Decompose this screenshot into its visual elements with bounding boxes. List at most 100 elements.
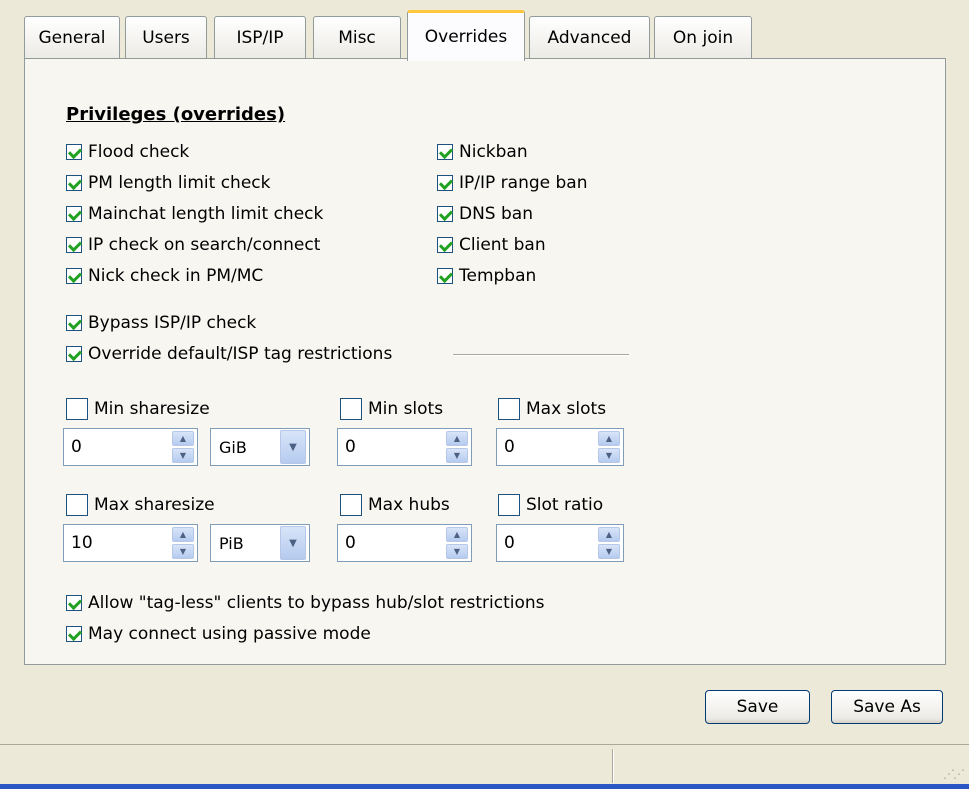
spinner-value[interactable]: 0: [497, 533, 598, 553]
arrow-up-icon[interactable]: ▲: [598, 431, 620, 446]
tab-misc[interactable]: Misc: [313, 16, 401, 58]
tab-advanced[interactable]: Advanced: [529, 16, 650, 58]
resize-grip-icon[interactable]: ⋰⋰: [943, 767, 965, 781]
ip-range-ban-checkbox[interactable]: IP/IP range ban: [437, 173, 587, 193]
arrow-down-icon[interactable]: ▼: [172, 544, 194, 559]
checkbox-box[interactable]: [66, 494, 88, 516]
checkbox-label: Max hubs: [368, 495, 450, 515]
max-sharesize-spinner[interactable]: 10 ▲ ▼: [63, 524, 198, 562]
checkbox-box[interactable]: [340, 494, 362, 516]
save-as-button[interactable]: Save As: [831, 690, 943, 724]
spinner-value[interactable]: 0: [338, 533, 446, 553]
arrow-down-icon[interactable]: ▼: [446, 448, 468, 463]
checkbox-box[interactable]: [437, 237, 453, 253]
flood-check-checkbox[interactable]: Flood check: [66, 142, 189, 162]
nickban-checkbox[interactable]: Nickban: [437, 142, 528, 162]
checkbox-box[interactable]: [437, 175, 453, 191]
spinner-arrows[interactable]: ▲ ▼: [598, 527, 620, 559]
arrow-down-icon[interactable]: ▼: [172, 448, 194, 463]
checkbox-label: Nickban: [459, 142, 528, 162]
max-hubs-spinner[interactable]: 0 ▲ ▼: [337, 524, 472, 562]
slot-ratio-spinner[interactable]: 0 ▲ ▼: [496, 524, 624, 562]
min-slots-checkbox[interactable]: Min slots: [340, 398, 443, 420]
checkbox-label: May connect using passive mode: [88, 624, 371, 644]
group-separator: [453, 354, 629, 356]
checkbox-box[interactable]: [340, 398, 362, 420]
arrow-up-icon[interactable]: ▲: [172, 431, 194, 446]
checkbox-box[interactable]: [66, 595, 82, 611]
checkbox-box[interactable]: [66, 398, 88, 420]
max-hubs-checkbox[interactable]: Max hubs: [340, 494, 450, 516]
save-button[interactable]: Save: [705, 690, 810, 724]
checkbox-box[interactable]: [437, 144, 453, 160]
checkbox-box[interactable]: [498, 494, 520, 516]
section-title: Privileges (overrides): [66, 104, 286, 125]
status-divider: [612, 749, 614, 783]
chevron-down-icon[interactable]: ▼: [280, 526, 306, 560]
checkbox-label: IP/IP range ban: [459, 173, 588, 193]
tab-general[interactable]: General: [24, 16, 120, 58]
arrow-down-icon[interactable]: ▼: [598, 544, 620, 559]
checkbox-label: Client ban: [459, 235, 546, 255]
arrow-up-icon[interactable]: ▲: [446, 527, 468, 542]
nick-check-checkbox[interactable]: Nick check in PM/MC: [66, 266, 263, 286]
tempban-checkbox[interactable]: Tempban: [437, 266, 536, 286]
arrow-down-icon[interactable]: ▼: [446, 544, 468, 559]
checkbox-box[interactable]: [498, 398, 520, 420]
spinner-value[interactable]: 0: [338, 437, 446, 457]
passive-mode-checkbox[interactable]: May connect using passive mode: [66, 624, 371, 644]
spinner-arrows[interactable]: ▲ ▼: [598, 431, 620, 463]
arrow-up-icon[interactable]: ▲: [172, 527, 194, 542]
checkbox-box[interactable]: [66, 626, 82, 642]
slot-ratio-checkbox[interactable]: Slot ratio: [498, 494, 603, 516]
pm-length-checkbox[interactable]: PM length limit check: [66, 173, 270, 193]
spinner-arrows[interactable]: ▲ ▼: [446, 431, 468, 463]
arrow-up-icon[interactable]: ▲: [446, 431, 468, 446]
checkbox-box[interactable]: [66, 144, 82, 160]
spinner-arrows[interactable]: ▲ ▼: [172, 431, 194, 463]
tab-on-join[interactable]: On join: [654, 16, 752, 58]
client-ban-checkbox[interactable]: Client ban: [437, 235, 546, 255]
chevron-down-icon[interactable]: ▼: [280, 430, 306, 464]
checkbox-box[interactable]: [66, 346, 82, 362]
arrow-up-icon[interactable]: ▲: [598, 527, 620, 542]
checkbox-box[interactable]: [66, 268, 82, 284]
max-slots-checkbox[interactable]: Max slots: [498, 398, 606, 420]
status-bar: ⋰⋰: [0, 744, 969, 785]
checkbox-box[interactable]: [66, 175, 82, 191]
spinner-value[interactable]: 0: [497, 437, 598, 457]
checkbox-label: Nick check in PM/MC: [88, 266, 264, 286]
override-tag-checkbox[interactable]: Override default/ISP tag restrictions: [66, 344, 392, 364]
max-sharesize-unit-select[interactable]: PiB ▼: [210, 524, 310, 562]
tab-isp-ip[interactable]: ISP/IP: [214, 16, 306, 58]
spinner-value[interactable]: 10: [64, 533, 172, 553]
max-slots-spinner[interactable]: 0 ▲ ▼: [496, 428, 624, 466]
bypass-isp-checkbox[interactable]: Bypass ISP/IP check: [66, 313, 256, 333]
taskbar-edge: [0, 784, 969, 789]
checkbox-box[interactable]: [437, 206, 453, 222]
tab-users[interactable]: Users: [125, 16, 207, 58]
spinner-arrows[interactable]: ▲ ▼: [172, 527, 194, 559]
ip-check-checkbox[interactable]: IP check on search/connect: [66, 235, 320, 255]
min-sharesize-unit-select[interactable]: GiB ▼: [210, 428, 310, 466]
checkbox-label: Min sharesize: [94, 399, 210, 419]
spinner-value[interactable]: 0: [64, 437, 172, 457]
dns-ban-checkbox[interactable]: DNS ban: [437, 204, 533, 224]
mainchat-length-checkbox[interactable]: Mainchat length limit check: [66, 204, 323, 224]
min-slots-spinner[interactable]: 0 ▲ ▼: [337, 428, 472, 466]
max-sharesize-checkbox[interactable]: Max sharesize: [66, 494, 215, 516]
tab-overrides[interactable]: Overrides: [407, 10, 525, 61]
checkbox-label: Min slots: [368, 399, 444, 419]
checkbox-label: Max slots: [526, 399, 607, 419]
checkbox-box[interactable]: [66, 315, 82, 331]
tagless-checkbox[interactable]: Allow "tag-less" clients to bypass hub/s…: [66, 593, 545, 613]
min-sharesize-spinner[interactable]: 0 ▲ ▼: [63, 428, 198, 466]
checkbox-box[interactable]: [66, 206, 82, 222]
checkbox-box[interactable]: [437, 268, 453, 284]
checkbox-label: Mainchat length limit check: [88, 204, 324, 224]
checkbox-label: PM length limit check: [88, 173, 271, 193]
arrow-down-icon[interactable]: ▼: [598, 448, 620, 463]
min-sharesize-checkbox[interactable]: Min sharesize: [66, 398, 210, 420]
spinner-arrows[interactable]: ▲ ▼: [446, 527, 468, 559]
checkbox-box[interactable]: [66, 237, 82, 253]
